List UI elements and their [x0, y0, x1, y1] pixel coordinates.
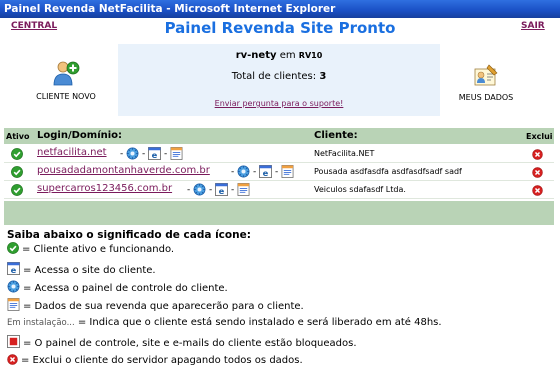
separator: -	[275, 167, 279, 177]
account-user: rv-nety	[235, 50, 277, 61]
support-link[interactable]: Enviar pergunta para o suporte!	[118, 99, 440, 108]
installing-label: Em instalação...	[7, 318, 75, 328]
legend-text: = Indica que o cliente está sendo instal…	[74, 317, 442, 328]
meus-dados-button[interactable]: MEUS DADOS	[455, 63, 517, 102]
account-em: em	[279, 50, 296, 61]
clients-table-header: Ativo Login/Domínio: Cliente: Exclui	[4, 128, 554, 144]
separator: -	[142, 149, 146, 159]
table-row: pousadadamontanhaverde.com.br - - - Pous…	[4, 164, 554, 181]
delete-x-icon	[7, 354, 18, 365]
legend-item: = Dados de sua revenda que aparecerão pa…	[7, 298, 304, 312]
client-data-icon[interactable]	[281, 165, 294, 178]
legend-item: = Cliente ativo e funcionando.	[7, 242, 174, 255]
separator: -	[120, 149, 124, 159]
window-title-bar: Painel Revenda NetFacilita - Microsoft I…	[0, 0, 560, 18]
header-cliente: Cliente:	[314, 130, 358, 141]
active-check-icon	[11, 184, 23, 196]
new-client-icon	[53, 61, 80, 86]
delete-x-icon[interactable]	[532, 185, 543, 196]
domain-link[interactable]: supercarros123456.com.br	[37, 183, 172, 194]
open-site-ie-icon[interactable]	[215, 183, 228, 196]
clients-table-footer	[4, 201, 554, 225]
legend-text: = Cliente ativo e funcionando.	[22, 244, 175, 255]
legend-text: = Dados de sua revenda que aparecerão pa…	[23, 301, 304, 312]
page-title: Painel Revenda Site Pronto	[164, 19, 396, 37]
total-clients-line: Total de clientes: 3	[118, 71, 440, 82]
delete-x-icon[interactable]	[532, 167, 543, 178]
legend-item: = Acessa o site do cliente.	[7, 262, 156, 276]
active-check-icon	[11, 166, 23, 178]
separator: -	[164, 149, 168, 159]
legend-text: = Exclui o cliente do servidor apagando …	[21, 355, 303, 366]
domain-link[interactable]: netfacilita.net	[37, 147, 107, 158]
active-check-icon	[11, 148, 23, 160]
separator: -	[209, 185, 213, 195]
account-line: rv-nety em RV10	[118, 50, 440, 61]
document-icon	[7, 298, 20, 311]
my-data-icon	[474, 64, 498, 86]
legend-item: = O painel de controle, site e e-mails d…	[7, 335, 357, 349]
blocked-icon	[7, 335, 20, 348]
legend-title: Saiba abaixo o significado de cada ícone…	[7, 229, 251, 241]
client-data-icon[interactable]	[237, 183, 250, 196]
legend-item: = Exclui o cliente do servidor apagando …	[7, 354, 303, 366]
account-plan: RV10	[298, 51, 323, 60]
table-row: netfacilita.net - - - NetFacilita.NET	[4, 146, 554, 163]
header-login: Login/Domínio:	[37, 130, 123, 141]
row-tools: - - -	[231, 165, 294, 178]
table-row: supercarros123456.com.br - - - Veiculos …	[4, 182, 554, 199]
gear-icon	[7, 280, 20, 293]
client-name: Veiculos sdafasdf Ltda.	[314, 185, 406, 194]
ie-icon	[7, 262, 20, 275]
legend-text: = O painel de controle, site e e-mails d…	[23, 338, 357, 349]
open-site-ie-icon[interactable]	[148, 147, 161, 160]
meus-dados-label: MEUS DADOS	[458, 93, 514, 102]
domain-link[interactable]: pousadadamontanhaverde.com.br	[37, 165, 210, 176]
delete-x-icon[interactable]	[532, 149, 543, 160]
control-panel-gear-icon[interactable]	[126, 147, 139, 160]
row-tools: - - -	[120, 147, 183, 160]
separator: -	[231, 185, 235, 195]
separator: -	[187, 185, 191, 195]
open-site-ie-icon[interactable]	[259, 165, 272, 178]
header-exclui: Exclui	[526, 132, 553, 141]
client-name: Pousada asdfasdfa asdfasdfsadf sadf	[314, 167, 462, 176]
account-info-panel: rv-nety em RV10 Total de clientes: 3 Env…	[118, 44, 440, 116]
total-clients-value: 3	[319, 71, 327, 82]
client-name: NetFacilita.NET	[314, 149, 375, 158]
row-tools: - - -	[187, 183, 250, 196]
total-clients-label: Total de clientes:	[231, 71, 317, 82]
legend-text: = Acessa o site do cliente.	[23, 265, 156, 276]
header-ativo: Ativo	[6, 132, 30, 141]
control-panel-gear-icon[interactable]	[193, 183, 206, 196]
cliente-novo-label: CLIENTE NOVO	[36, 92, 96, 101]
legend-item: = Acessa o painel de controle do cliente…	[7, 280, 228, 294]
check-icon	[7, 242, 19, 254]
legend-item: Em instalação... = Indica que o cliente …	[7, 317, 442, 328]
separator: -	[231, 167, 235, 177]
legend-text: = Acessa o painel de controle do cliente…	[23, 283, 228, 294]
client-data-icon[interactable]	[170, 147, 183, 160]
cliente-novo-button[interactable]: CLIENTE NOVO	[26, 58, 106, 101]
separator: -	[253, 167, 257, 177]
control-panel-gear-icon[interactable]	[237, 165, 250, 178]
